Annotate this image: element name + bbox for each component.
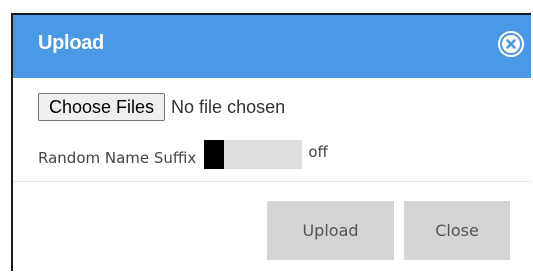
file-status-text: No file chosen (171, 96, 286, 117)
random-suffix-toggle[interactable] (204, 139, 303, 169)
random-suffix-label: Random Name Suffix (38, 149, 197, 167)
dialog-header: Upload (13, 15, 531, 78)
choose-files-button[interactable]: Choose Files (38, 93, 166, 121)
x-mark-icon (506, 39, 516, 49)
page: Upload Choose Files No file chosen Rando… (0, 0, 533, 273)
close-button[interactable]: Close (404, 201, 510, 260)
dialog-title: Upload (38, 32, 104, 54)
close-circle-icon (502, 35, 520, 53)
footer-divider (13, 181, 531, 182)
file-input-row: Choose Files No file chosen (38, 92, 285, 122)
upload-button[interactable]: Upload (267, 201, 394, 260)
upload-dialog: Upload Choose Files No file chosen Rando… (11, 13, 531, 271)
toggle-state-text: off (308, 143, 328, 161)
close-icon[interactable] (498, 31, 524, 57)
random-suffix-row: Random Name Suffix off (38, 139, 328, 169)
toggle-knob (204, 139, 225, 169)
